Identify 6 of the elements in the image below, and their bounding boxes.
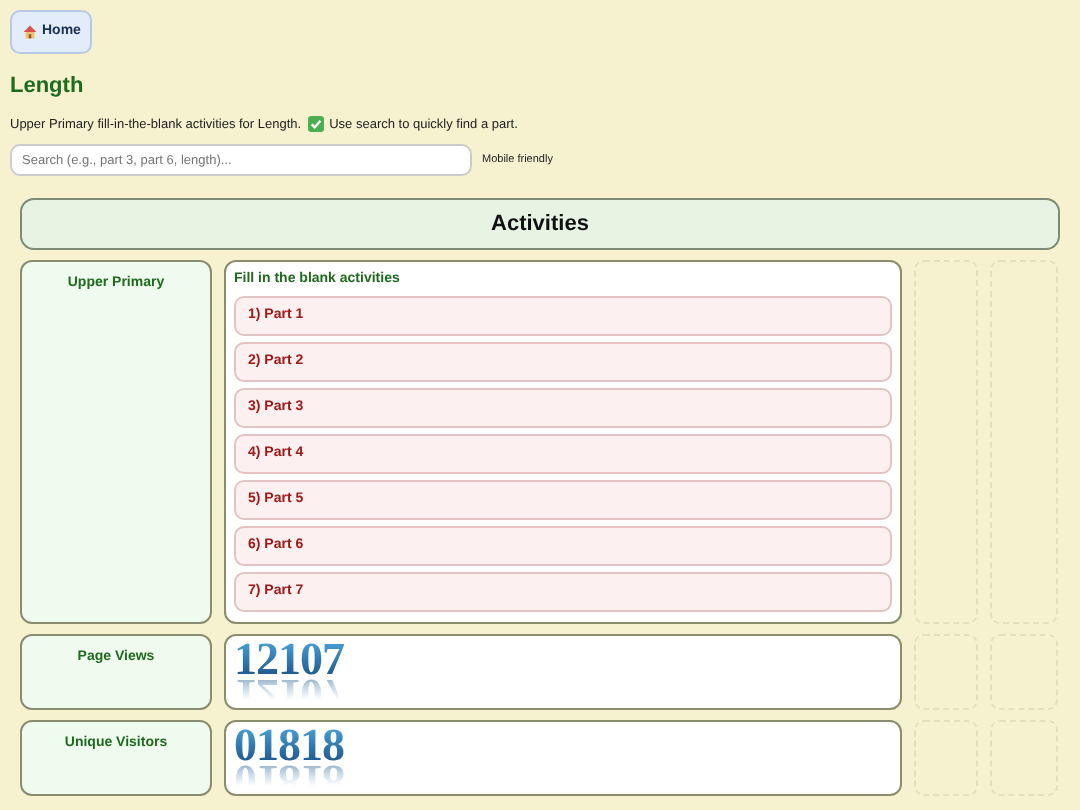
section-title: Activities <box>491 210 589 240</box>
visit-counter: 12107 <box>234 639 344 680</box>
visit-counter: 01818 <box>234 725 344 766</box>
home-icon <box>22 24 38 40</box>
check-icon <box>307 116 324 133</box>
page-title: Length <box>10 72 86 102</box>
